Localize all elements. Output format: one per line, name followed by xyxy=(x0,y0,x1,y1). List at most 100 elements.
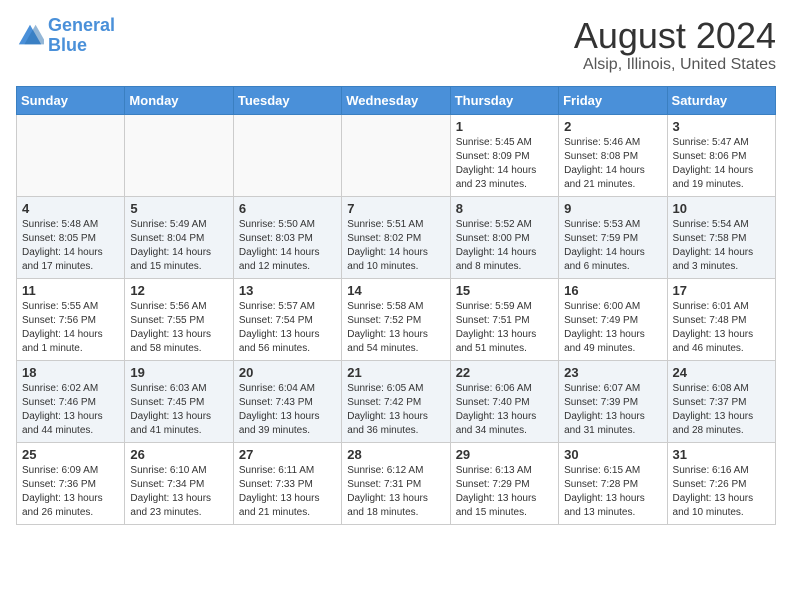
day-number: 20 xyxy=(239,365,336,380)
calendar-day-cell: 13 Sunrise: 5:57 AM Sunset: 7:54 PM Dayli… xyxy=(233,278,341,360)
day-info: Sunrise: 5:51 AM Sunset: 8:02 PM Dayligh… xyxy=(347,218,444,274)
calendar-day-cell: 4 Sunrise: 5:48 AM Sunset: 8:05 PM Daylig… xyxy=(17,196,125,278)
calendar-day-cell: 5Sunrise: 5:49 AM Sunset: 8:04 PM Daylig… xyxy=(125,196,233,278)
day-number: 26 xyxy=(130,447,227,462)
calendar-day-cell: 31 Sunrise: 6:16 AM Sunset: 7:26 PM Dayli… xyxy=(667,442,775,524)
logo-text: General Blue xyxy=(48,16,115,56)
day-number: 27 xyxy=(239,447,336,462)
calendar-day-cell: 17 Sunrise: 6:01 AM Sunset: 7:48 PM Dayli… xyxy=(667,278,775,360)
day-number: 4 xyxy=(22,201,119,216)
day-info: Sunrise: 6:02 AM Sunset: 7:46 PM Dayligh… xyxy=(22,382,119,438)
day-info: Sunrise: 5:52 AM Sunset: 8:00 PM Dayligh… xyxy=(456,218,553,274)
day-number: 15 xyxy=(456,283,553,298)
weekday-header-cell: Monday xyxy=(125,86,233,114)
day-number: 17 xyxy=(673,283,770,298)
calendar-day-cell: 3Sunrise: 5:47 AM Sunset: 8:06 PM Daylig… xyxy=(667,114,775,196)
calendar-day-cell: 2 Sunrise: 5:46 AM Sunset: 8:08 PM Daylig… xyxy=(559,114,667,196)
day-info: Sunrise: 6:03 AM Sunset: 7:45 PM Dayligh… xyxy=(130,382,227,438)
day-number: 21 xyxy=(347,365,444,380)
day-info: Sunrise: 5:49 AM Sunset: 8:04 PM Dayligh… xyxy=(130,218,227,274)
calendar-day-cell: 18 Sunrise: 6:02 AM Sunset: 7:46 PM Dayli… xyxy=(17,360,125,442)
day-number: 2 xyxy=(564,119,661,134)
logo-general: General xyxy=(48,15,115,35)
day-info: Sunrise: 5:59 AM Sunset: 7:51 PM Dayligh… xyxy=(456,300,553,356)
day-number: 12 xyxy=(130,283,227,298)
day-number: 6 xyxy=(239,201,336,216)
calendar-day-cell: 9Sunrise: 5:53 AM Sunset: 7:59 PM Daylig… xyxy=(559,196,667,278)
calendar-day-cell: 27 Sunrise: 6:11 AM Sunset: 7:33 PM Dayli… xyxy=(233,442,341,524)
logo-blue: Blue xyxy=(48,36,115,56)
day-info: Sunrise: 5:57 AM Sunset: 7:54 PM Dayligh… xyxy=(239,300,336,356)
page-header: General Blue August 2024 Alsip, Illinois… xyxy=(16,16,776,74)
weekday-header-cell: Thursday xyxy=(450,86,558,114)
calendar-day-cell: 20 Sunrise: 6:04 AM Sunset: 7:43 PM Dayli… xyxy=(233,360,341,442)
calendar-day-cell: 15 Sunrise: 5:59 AM Sunset: 7:51 PM Dayli… xyxy=(450,278,558,360)
day-info: Sunrise: 6:11 AM Sunset: 7:33 PM Dayligh… xyxy=(239,464,336,520)
calendar-day-cell: 11 Sunrise: 5:55 AM Sunset: 7:56 PM Dayli… xyxy=(17,278,125,360)
day-info: Sunrise: 5:58 AM Sunset: 7:52 PM Dayligh… xyxy=(347,300,444,356)
location-subtitle: Alsip, Illinois, United States xyxy=(574,56,776,74)
calendar-day-cell xyxy=(17,114,125,196)
day-info: Sunrise: 6:08 AM Sunset: 7:37 PM Dayligh… xyxy=(673,382,770,438)
calendar-day-cell: 14 Sunrise: 5:58 AM Sunset: 7:52 PM Dayli… xyxy=(342,278,450,360)
weekday-header-cell: Friday xyxy=(559,86,667,114)
calendar-day-cell: 28Sunrise: 6:12 AM Sunset: 7:31 PM Dayli… xyxy=(342,442,450,524)
calendar-day-cell: 19 Sunrise: 6:03 AM Sunset: 7:45 PM Dayli… xyxy=(125,360,233,442)
day-number: 3 xyxy=(673,119,770,134)
day-number: 28 xyxy=(347,447,444,462)
day-info: Sunrise: 5:48 AM Sunset: 8:05 PM Dayligh… xyxy=(22,218,119,274)
day-number: 18 xyxy=(22,365,119,380)
calendar-day-cell: 6Sunrise: 5:50 AM Sunset: 8:03 PM Daylig… xyxy=(233,196,341,278)
day-number: 1 xyxy=(456,119,553,134)
day-info: Sunrise: 6:16 AM Sunset: 7:26 PM Dayligh… xyxy=(673,464,770,520)
day-info: Sunrise: 5:46 AM Sunset: 8:08 PM Dayligh… xyxy=(564,136,661,192)
day-info: Sunrise: 6:01 AM Sunset: 7:48 PM Dayligh… xyxy=(673,300,770,356)
calendar-day-cell: 8 Sunrise: 5:52 AM Sunset: 8:00 PM Daylig… xyxy=(450,196,558,278)
month-title: August 2024 xyxy=(574,16,776,56)
day-info: Sunrise: 5:53 AM Sunset: 7:59 PM Dayligh… xyxy=(564,218,661,274)
calendar-day-cell: 24 Sunrise: 6:08 AM Sunset: 7:37 PM Dayli… xyxy=(667,360,775,442)
day-info: Sunrise: 6:07 AM Sunset: 7:39 PM Dayligh… xyxy=(564,382,661,438)
calendar-day-cell: 7 Sunrise: 5:51 AM Sunset: 8:02 PM Daylig… xyxy=(342,196,450,278)
calendar-table: SundayMondayTuesdayWednesdayThursdayFrid… xyxy=(16,86,776,525)
day-info: Sunrise: 5:55 AM Sunset: 7:56 PM Dayligh… xyxy=(22,300,119,356)
calendar-week-row: 25Sunrise: 6:09 AM Sunset: 7:36 PM Dayli… xyxy=(17,442,776,524)
day-number: 22 xyxy=(456,365,553,380)
calendar-day-cell: 12 Sunrise: 5:56 AM Sunset: 7:55 PM Dayli… xyxy=(125,278,233,360)
day-number: 24 xyxy=(673,365,770,380)
weekday-header-cell: Saturday xyxy=(667,86,775,114)
day-info: Sunrise: 6:10 AM Sunset: 7:34 PM Dayligh… xyxy=(130,464,227,520)
day-info: Sunrise: 6:13 AM Sunset: 7:29 PM Dayligh… xyxy=(456,464,553,520)
day-info: Sunrise: 6:06 AM Sunset: 7:40 PM Dayligh… xyxy=(456,382,553,438)
calendar-day-cell: 21Sunrise: 6:05 AM Sunset: 7:42 PM Dayli… xyxy=(342,360,450,442)
day-number: 29 xyxy=(456,447,553,462)
logo: General Blue xyxy=(16,16,115,56)
day-info: Sunrise: 5:45 AM Sunset: 8:09 PM Dayligh… xyxy=(456,136,553,192)
day-number: 13 xyxy=(239,283,336,298)
day-info: Sunrise: 6:15 AM Sunset: 7:28 PM Dayligh… xyxy=(564,464,661,520)
weekday-header-cell: Tuesday xyxy=(233,86,341,114)
day-number: 11 xyxy=(22,283,119,298)
day-number: 19 xyxy=(130,365,227,380)
day-number: 8 xyxy=(456,201,553,216)
calendar-day-cell: 23 Sunrise: 6:07 AM Sunset: 7:39 PM Dayli… xyxy=(559,360,667,442)
day-number: 31 xyxy=(673,447,770,462)
calendar-day-cell: 30Sunrise: 6:15 AM Sunset: 7:28 PM Dayli… xyxy=(559,442,667,524)
calendar-body: 1 Sunrise: 5:45 AM Sunset: 8:09 PM Daylig… xyxy=(17,114,776,524)
day-info: Sunrise: 5:56 AM Sunset: 7:55 PM Dayligh… xyxy=(130,300,227,356)
weekday-header-cell: Wednesday xyxy=(342,86,450,114)
day-number: 23 xyxy=(564,365,661,380)
calendar-day-cell: 16Sunrise: 6:00 AM Sunset: 7:49 PM Dayli… xyxy=(559,278,667,360)
calendar-day-cell xyxy=(342,114,450,196)
calendar-day-cell: 22 Sunrise: 6:06 AM Sunset: 7:40 PM Dayli… xyxy=(450,360,558,442)
calendar-day-cell: 25Sunrise: 6:09 AM Sunset: 7:36 PM Dayli… xyxy=(17,442,125,524)
day-number: 7 xyxy=(347,201,444,216)
calendar-day-cell: 26 Sunrise: 6:10 AM Sunset: 7:34 PM Dayli… xyxy=(125,442,233,524)
logo-icon xyxy=(16,22,44,50)
calendar-day-cell xyxy=(125,114,233,196)
day-info: Sunrise: 6:04 AM Sunset: 7:43 PM Dayligh… xyxy=(239,382,336,438)
day-number: 14 xyxy=(347,283,444,298)
calendar-week-row: 11 Sunrise: 5:55 AM Sunset: 7:56 PM Dayli… xyxy=(17,278,776,360)
calendar-week-row: 18 Sunrise: 6:02 AM Sunset: 7:46 PM Dayli… xyxy=(17,360,776,442)
day-number: 16 xyxy=(564,283,661,298)
